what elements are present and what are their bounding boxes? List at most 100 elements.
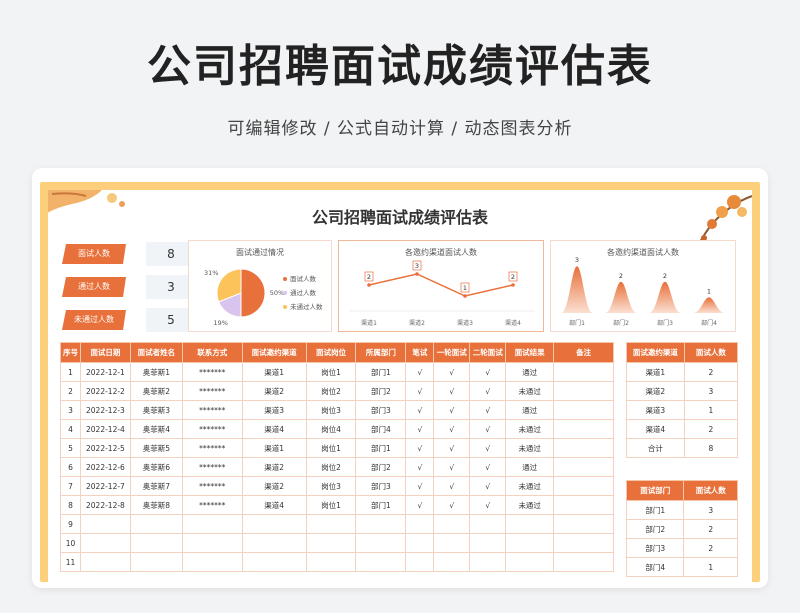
table-cell[interactable]: √	[469, 476, 507, 496]
table-cell[interactable]: √	[469, 495, 507, 515]
table-cell[interactable]: 6	[60, 457, 81, 477]
table-cell[interactable]: √	[433, 381, 471, 401]
table-cell[interactable]: 奥菲斯4	[129, 419, 183, 439]
table-cell[interactable]: √	[405, 419, 435, 439]
table-cell[interactable]: 渠道1	[626, 362, 685, 382]
table-cell[interactable]: √	[469, 362, 507, 382]
table-cell[interactable]	[79, 533, 131, 553]
table-cell[interactable]: 2022-12-1	[79, 362, 131, 382]
table-cell[interactable]: 奥菲斯6	[129, 457, 183, 477]
table-cell[interactable]	[553, 533, 614, 553]
table-cell[interactable]	[181, 552, 243, 572]
table-cell[interactable]: 奥菲斯7	[129, 476, 183, 496]
table-cell[interactable]	[405, 533, 435, 553]
table-cell[interactable]	[181, 514, 243, 534]
table-cell[interactable]	[553, 552, 614, 572]
table-cell[interactable]	[355, 514, 407, 534]
table-cell[interactable]: 渠道2	[241, 457, 307, 477]
table-cell[interactable]: 岗位1	[305, 362, 357, 382]
table-cell[interactable]	[241, 552, 307, 572]
table-cell[interactable]: √	[433, 457, 471, 477]
table-cell[interactable]: 9	[60, 514, 81, 534]
table-cell[interactable]	[181, 533, 243, 553]
table-cell[interactable]: √	[433, 362, 471, 382]
table-cell[interactable]	[553, 381, 614, 401]
table-cell[interactable]: 2	[60, 381, 81, 401]
table-cell[interactable]	[129, 514, 183, 534]
table-cell[interactable]	[553, 400, 614, 420]
table-cell[interactable]: √	[469, 419, 507, 439]
table-cell[interactable]	[405, 552, 435, 572]
table-cell[interactable]: 部门2	[355, 381, 407, 401]
table-cell[interactable]: 部门3	[625, 538, 685, 558]
table-cell[interactable]: 部门1	[625, 500, 685, 520]
table-cell[interactable]: 部门3	[355, 400, 407, 420]
table-cell[interactable]	[553, 495, 614, 515]
table-cell[interactable]: 渠道1	[241, 362, 307, 382]
table-cell[interactable]: *******	[181, 495, 243, 515]
table-cell[interactable]: 渠道3	[626, 400, 685, 420]
table-cell[interactable]: 通过	[505, 457, 555, 477]
table-cell[interactable]	[305, 552, 357, 572]
table-cell[interactable]: √	[433, 400, 471, 420]
table-cell[interactable]: 岗位1	[305, 495, 357, 515]
table-cell[interactable]: 2	[683, 519, 738, 539]
table-cell[interactable]	[355, 552, 407, 572]
table-cell[interactable]: 奥菲斯8	[129, 495, 183, 515]
table-cell[interactable]	[469, 552, 507, 572]
table-cell[interactable]: 岗位2	[305, 457, 357, 477]
table-cell[interactable]: √	[469, 457, 507, 477]
table-cell[interactable]: 岗位1	[305, 438, 357, 458]
table-cell[interactable]: 未通过	[505, 495, 555, 515]
table-cell[interactable]: √	[405, 381, 435, 401]
table-cell[interactable]: 未通过	[505, 419, 555, 439]
table-cell[interactable]	[129, 533, 183, 553]
table-cell[interactable]: 1	[683, 400, 739, 420]
table-cell[interactable]: √	[433, 495, 471, 515]
table-cell[interactable]: 4	[60, 419, 81, 439]
table-cell[interactable]: √	[433, 419, 471, 439]
table-cell[interactable]	[553, 438, 614, 458]
table-cell[interactable]	[433, 514, 471, 534]
table-cell[interactable]: 2	[683, 538, 738, 558]
table-cell[interactable]: *******	[181, 362, 243, 382]
table-cell[interactable]: 奥菲斯5	[129, 438, 183, 458]
table-cell[interactable]: 渠道4	[241, 419, 307, 439]
table-cell[interactable]: √	[405, 362, 435, 382]
table-cell[interactable]: 岗位2	[305, 381, 357, 401]
table-cell[interactable]	[433, 552, 471, 572]
table-cell[interactable]: 2022-12-2	[79, 381, 131, 401]
table-cell[interactable]: 7	[60, 476, 81, 496]
table-cell[interactable]: 10	[60, 533, 81, 553]
table-cell[interactable]: 部门1	[355, 362, 407, 382]
table-cell[interactable]: 2022-12-5	[79, 438, 131, 458]
table-cell[interactable]: 岗位3	[305, 476, 357, 496]
table-cell[interactable]: 2022-12-8	[79, 495, 131, 515]
table-cell[interactable]: √	[405, 400, 435, 420]
table-cell[interactable]: 岗位3	[305, 400, 357, 420]
table-cell[interactable]: 奥菲斯1	[129, 362, 183, 382]
table-cell[interactable]: √	[469, 381, 507, 401]
table-cell[interactable]	[305, 533, 357, 553]
table-cell[interactable]: 未通过	[505, 381, 555, 401]
table-cell[interactable]: 3	[683, 500, 738, 520]
table-cell[interactable]: 3	[683, 381, 739, 401]
table-cell[interactable]: 部门3	[355, 476, 407, 496]
table-cell[interactable]: √	[433, 476, 471, 496]
table-cell[interactable]	[355, 533, 407, 553]
table-cell[interactable]: 渠道1	[241, 438, 307, 458]
table-cell[interactable]	[553, 457, 614, 477]
table-cell[interactable]: √	[469, 438, 507, 458]
table-cell[interactable]: 合计	[626, 438, 685, 458]
table-cell[interactable]: *******	[181, 400, 243, 420]
table-cell[interactable]	[553, 476, 614, 496]
table-cell[interactable]	[405, 514, 435, 534]
table-cell[interactable]: *******	[181, 457, 243, 477]
table-cell[interactable]	[79, 552, 131, 572]
table-cell[interactable]: √	[405, 495, 435, 515]
table-cell[interactable]: *******	[181, 419, 243, 439]
table-cell[interactable]	[241, 533, 307, 553]
table-cell[interactable]	[79, 514, 131, 534]
table-cell[interactable]	[553, 362, 614, 382]
table-cell[interactable]: 渠道2	[241, 476, 307, 496]
